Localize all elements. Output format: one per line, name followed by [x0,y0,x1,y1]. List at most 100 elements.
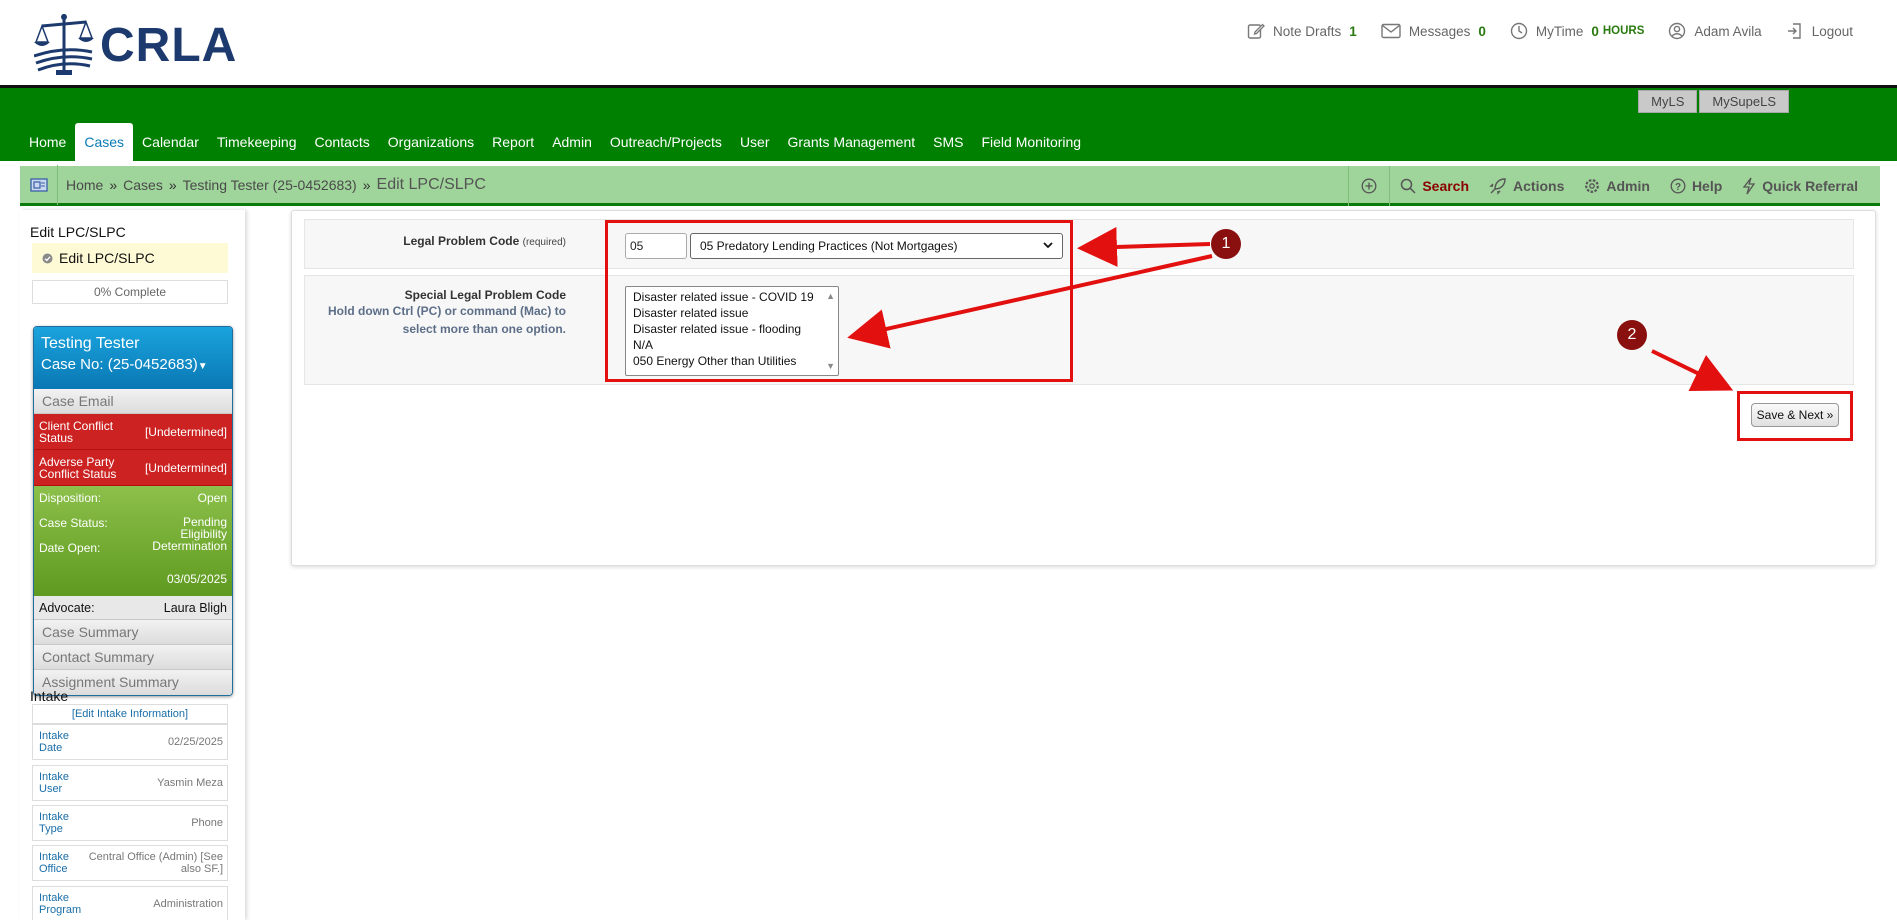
myls-bar: MyLS MySupeLS [1638,90,1789,113]
note-drafts-count: 1 [1349,23,1357,39]
case-summary-link[interactable]: Case Summary [34,620,232,645]
contact-summary-link[interactable]: Contact Summary [34,645,232,670]
user-profile-link[interactable]: Adam Avila [1668,22,1762,40]
caret-down-icon: ▼ [197,361,208,372]
logout-link[interactable]: Logout [1786,22,1853,40]
intake-row: Intake Type Phone [32,805,228,841]
advocate-value: Laura Bligh [163,600,227,615]
breadcrumb-separator: » [168,176,177,193]
myls-button[interactable]: MyLS [1638,90,1698,113]
menu-item-timekeeping[interactable]: Timekeeping [208,123,306,161]
disposition-row: Disposition: Open [39,491,227,505]
messages-label: Messages [1408,23,1471,39]
actions-label: Actions [1513,178,1565,194]
actions-tool[interactable]: Actions [1479,166,1574,206]
logout-label: Logout [1811,23,1853,39]
case-icon[interactable] [20,164,58,205]
breadcrumb-cases[interactable]: Cases [123,177,163,193]
menu-item-user[interactable]: User [731,123,779,161]
main-navbar: MyLS MySupeLS Home Cases Calendar Timeke… [0,85,1897,161]
crla-logo[interactable]: CRLA [34,12,237,78]
breadcrumb-case[interactable]: Testing Tester (25-0452683) [183,177,357,193]
intake-row: Intake Office Central Office (Admin) [Se… [32,845,228,881]
intake-value: Phone [191,817,223,829]
breadcrumb-separator: » [362,176,371,193]
user-circle-icon [1669,22,1686,40]
intake-value: Yasmin Meza [157,777,223,789]
note-drafts-link[interactable]: Note Drafts 1 [1247,22,1357,40]
menu-item-admin[interactable]: Admin [543,123,601,161]
case-number: Case No: (25-0452683) [41,356,198,373]
lpc-required: (required) [522,237,566,248]
top-links: Note Drafts 1 Messages 0 MyTime 0 HOURS … [1247,22,1853,40]
lpc-label: Legal Problem Code [403,234,520,248]
adverse-conflict-label: Adverse Party Conflict Status [39,454,117,481]
lpc-label-group: Legal Problem Code (required) [403,234,566,248]
annotation-badge-2: 2 [1617,320,1647,350]
app-header: CRLA Note Drafts 1 Messages 0 MyTime 0 H… [0,0,1897,86]
menu-item-outreach[interactable]: Outreach/Projects [601,123,731,161]
highlight-box-save [1737,391,1853,441]
client-conflict-status: Client Conflict Status [Undetermined] [34,414,232,450]
menu-item-contacts[interactable]: Contacts [306,123,379,161]
intake-key: Intake User [39,771,69,795]
search-icon [1401,178,1416,194]
menu-item-sms[interactable]: SMS [924,123,972,161]
intake-value: 02/25/2025 [167,736,223,748]
menu-item-cases[interactable]: Cases [75,123,134,161]
slpc-label-group: Special Legal Problem Code Hold down Ctr… [306,288,566,338]
brand-name: CRLA [100,18,238,72]
sidebar-title: Edit LPC/SLPC [30,224,126,240]
adverse-conflict-value[interactable]: [Undetermined] [145,461,227,475]
mysupels-button[interactable]: MySupeLS [1699,90,1789,113]
mytime-label: MyTime [1535,23,1584,39]
adverse-conflict-status: Adverse Party Conflict Status [Undetermi… [34,450,232,486]
case-header[interactable]: Testing Tester Case No: (25-0452683)▼ [34,327,232,389]
sidebar-step-item[interactable]: Edit LPC/SLPC [32,243,228,273]
client-conflict-value[interactable]: [Undetermined] [145,425,227,439]
help-tool[interactable]: ? Help [1660,166,1732,206]
search-tool[interactable]: Search [1390,166,1479,206]
edit-note-icon [1247,23,1265,39]
breadcrumb-bar: Home » Cases » Testing Tester (25-045268… [20,164,1880,206]
quick-referral-tool[interactable]: Quick Referral [1732,166,1868,206]
menu-item-field-monitoring[interactable]: Field Monitoring [972,123,1090,161]
main-menu: Home Cases Calendar Timekeeping Contacts… [20,123,1090,161]
rocket-icon [1489,178,1506,195]
intake-row: Intake Program Administration [32,886,228,920]
menu-item-grants[interactable]: Grants Management [779,123,925,161]
add-button[interactable] [1348,166,1391,206]
envelope-icon [1381,23,1401,39]
menu-item-calendar[interactable]: Calendar [133,123,208,161]
messages-link[interactable]: Messages 0 [1381,23,1486,39]
edit-lpc-form-panel: Legal Problem Code (required) Special Le… [291,210,1876,566]
date-open-row: Date Open: [39,541,227,555]
slpc-hint: Hold down Ctrl (PC) or command (Mac) to … [328,304,566,336]
sidebar-step-label: Edit LPC/SLPC [59,250,155,266]
intake-value: Administration [153,898,223,910]
left-sidebar: Edit LPC/SLPC Edit LPC/SLPC 0% Complete … [20,210,245,920]
clock-icon [1510,22,1528,40]
slpc-label: Special Legal Problem Code [404,288,566,302]
edit-intake-link[interactable]: [Edit Intake Information] [32,704,228,724]
advocate-label: Advocate: [39,600,95,615]
intake-row: Intake Date 02/25/2025 [32,724,228,760]
case-email-link[interactable]: Case Email [34,389,232,414]
help-label: Help [1691,178,1723,194]
breadcrumb-home[interactable]: Home [66,177,103,193]
menu-item-organizations[interactable]: Organizations [379,123,483,161]
menu-item-report[interactable]: Report [483,123,543,161]
mytime-link[interactable]: MyTime 0 HOURS [1510,22,1645,40]
breadcrumb-separator: » [109,176,118,193]
lpc-row: Legal Problem Code (required) [304,219,1854,269]
disposition-value: Open [197,491,227,505]
mytime-unit: HOURS [1602,25,1645,37]
admin-tool[interactable]: Admin [1574,166,1660,206]
intake-key: Intake Office [39,851,69,875]
menu-item-home[interactable]: Home [20,123,75,161]
date-open-label: Date Open: [39,541,101,555]
scales-logo-icon [34,14,94,75]
annotation-badge-1: 1 [1211,229,1241,259]
check-circle-icon [42,253,53,263]
messages-count: 0 [1478,23,1486,39]
